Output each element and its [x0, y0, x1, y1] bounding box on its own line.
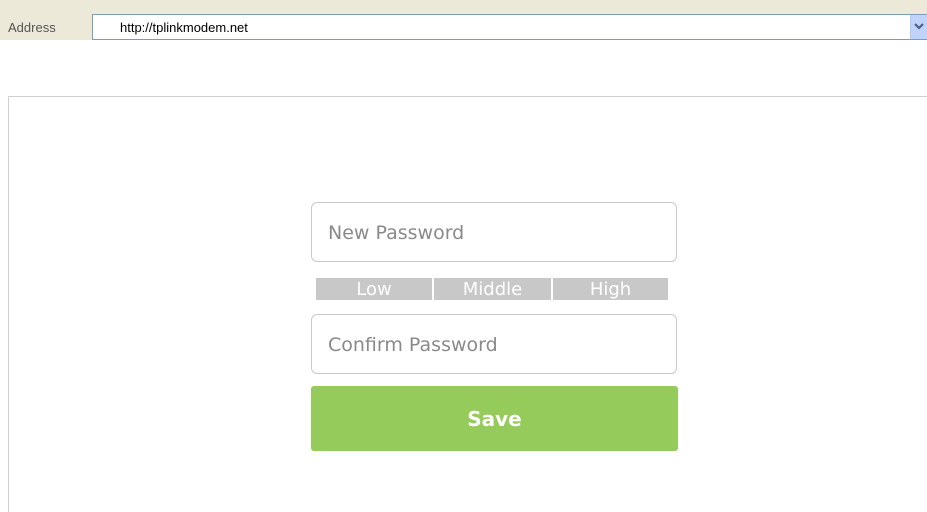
strength-high: High — [553, 278, 668, 300]
new-password-input[interactable]: New Password — [311, 202, 677, 262]
save-button[interactable]: Save — [311, 386, 678, 451]
chevron-down-icon — [914, 23, 924, 30]
confirm-password-placeholder: Confirm Password — [328, 334, 498, 356]
address-bar: Address http://tplinkmodem.net — [0, 0, 927, 40]
strength-middle: Middle — [434, 278, 551, 300]
strength-low: Low — [316, 278, 432, 300]
confirm-password-input[interactable]: Confirm Password — [311, 314, 677, 374]
address-dropdown-button[interactable] — [910, 15, 927, 39]
new-password-placeholder: New Password — [328, 222, 465, 244]
address-label: Address — [8, 20, 56, 35]
password-strength-meter: Low Middle High — [316, 278, 668, 300]
url-text: http://tplinkmodem.net — [120, 20, 248, 35]
address-field[interactable]: http://tplinkmodem.net — [92, 14, 927, 40]
